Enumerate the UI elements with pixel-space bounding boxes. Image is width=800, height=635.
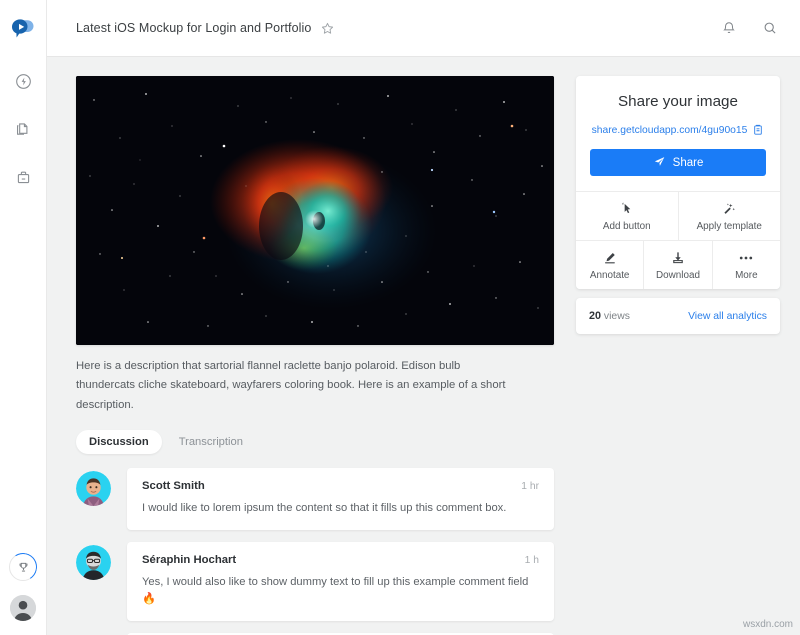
action-label: Apply template [697,221,762,232]
sidebar-item-activity[interactable] [12,70,34,92]
content-column: Here is a description that sartorial fla… [76,76,554,635]
analytics-bar: 20 views View all analytics [576,298,780,334]
action-label: Download [656,270,700,281]
download-action[interactable]: Download [643,241,711,289]
bolt-circle-icon [15,73,32,90]
main-area: Here is a description that sartorial fla… [47,57,800,635]
share-panel: Share your image share.getcloudapp.com/4… [576,76,780,289]
media-description: Here is a description that sartorial fla… [76,357,516,415]
share-sidebar: Share your image share.getcloudapp.com/4… [576,76,780,635]
nebula-image [76,76,554,345]
cursor-click-icon [620,201,634,216]
list-item: Séraphin Hochart 1 h Yes, I would also l… [76,542,554,621]
comment-list: Scott Smith 1 hr I would like to lorem i… [76,468,554,635]
share-url[interactable]: share.getcloudapp.com/4gu90o15 [592,125,748,136]
app-window: Latest iOS Mockup for Login and Portfoli… [0,0,800,635]
search-icon[interactable] [760,18,780,38]
avatar[interactable] [76,471,111,506]
media-preview[interactable] [76,76,554,345]
comment-text: I would like to lorem ipsum the content … [142,500,539,517]
view-all-analytics-link[interactable]: View all analytics [688,311,767,322]
comment-card: Séraphin Hochart 1 h Yes, I would also l… [127,542,554,621]
apply-template-action[interactable]: Apply template [678,192,781,240]
watermark: wsxdn.com [743,619,793,630]
top-bar-actions [719,18,780,38]
user-avatar[interactable] [10,595,36,621]
star-outline-icon[interactable] [320,21,335,36]
top-bar: Latest iOS Mockup for Login and Portfoli… [47,0,800,57]
share-actions-grid: Add button [576,191,780,289]
paper-plane-icon [653,155,666,171]
comment-timestamp: 1 h [525,555,539,566]
views-count: 20 views [589,310,630,322]
briefcase-icon [15,169,32,186]
action-label: More [735,270,758,281]
achievements-button[interactable] [9,553,37,581]
ellipsis-icon [738,250,754,265]
left-rail [0,0,47,635]
sidebar-item-collections[interactable] [12,166,34,188]
action-label: Add button [603,221,651,232]
rail-nav [12,70,34,188]
clipboard-copy-icon[interactable] [752,124,764,136]
tab-bar: Discussion Transcription [76,430,554,454]
page-title: Latest iOS Mockup for Login and Portfoli… [76,21,311,35]
trophy-icon [9,553,37,581]
tab-discussion[interactable]: Discussion [76,430,162,454]
sidebar-item-library[interactable] [12,118,34,140]
copy-pages-icon [15,121,32,138]
share-button-label: Share [673,157,704,169]
list-item: Scott Smith 1 hr I would like to lorem i… [76,468,554,530]
pen-icon [603,250,617,265]
bell-icon[interactable] [719,18,739,38]
views-label: views [604,311,630,322]
download-icon [671,250,685,265]
share-button[interactable]: Share [590,149,766,176]
rail-bottom [9,553,37,621]
comment-timestamp: 1 hr [521,481,539,492]
add-button-action[interactable]: Add button [576,192,678,240]
comment-author: Séraphin Hochart [142,554,236,566]
share-panel-title: Share your image [590,93,766,110]
comment-text: Yes, I would also like to show dummy tex… [142,574,539,608]
comment-card: Scott Smith 1 hr I would like to lorem i… [127,468,554,530]
magic-wand-icon [722,201,736,216]
avatar[interactable] [76,545,111,580]
annotate-action[interactable]: Annotate [576,241,643,289]
tab-transcription[interactable]: Transcription [166,430,256,454]
more-action[interactable]: More [712,241,780,289]
cloudapp-logo[interactable] [8,14,38,44]
views-number: 20 [589,310,601,322]
action-label: Annotate [590,270,630,281]
comment-author: Scott Smith [142,480,205,492]
